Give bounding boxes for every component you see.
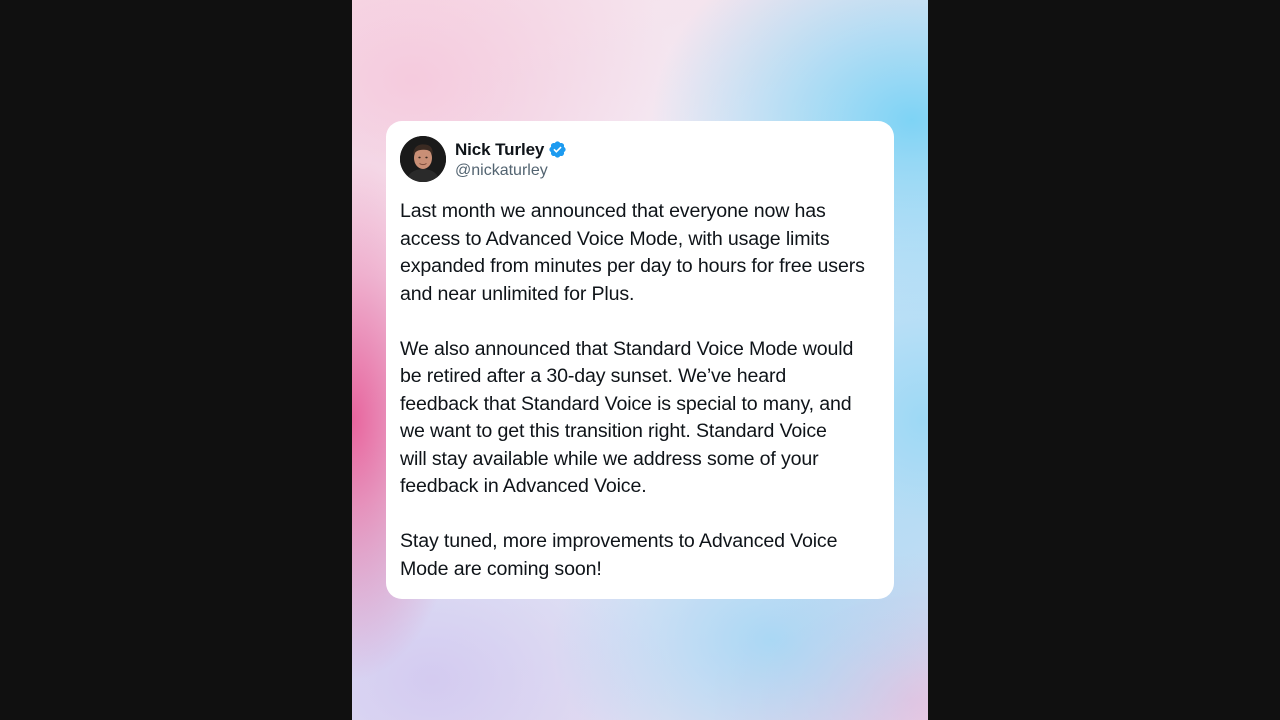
avatar-photo-icon bbox=[400, 136, 446, 182]
author-handle[interactable]: @nickaturley bbox=[455, 162, 567, 180]
tweet-paragraph: Last month we announced that everyone no… bbox=[400, 200, 865, 305]
tweet-paragraph: Stay tuned, more improvements to Advance… bbox=[400, 530, 838, 580]
tweet-paragraph: We also announced that Standard Voice Mo… bbox=[400, 337, 854, 498]
letterbox-right bbox=[928, 0, 1280, 720]
tweet-body: Last month we announced that everyone no… bbox=[400, 198, 890, 583]
verified-badge-icon bbox=[548, 140, 567, 159]
avatar[interactable] bbox=[400, 136, 446, 182]
author-display-name[interactable]: Nick Turley bbox=[455, 140, 544, 160]
author-identity: Nick Turley @nickaturley bbox=[455, 139, 567, 180]
tweet-card: Nick Turley @nickaturley Last month we a… bbox=[386, 121, 894, 599]
tweet-header: Nick Turley @nickaturley bbox=[400, 136, 567, 182]
name-row: Nick Turley bbox=[455, 139, 567, 161]
gradient-background: Nick Turley @nickaturley Last month we a… bbox=[352, 0, 928, 720]
letterbox-left bbox=[0, 0, 352, 720]
